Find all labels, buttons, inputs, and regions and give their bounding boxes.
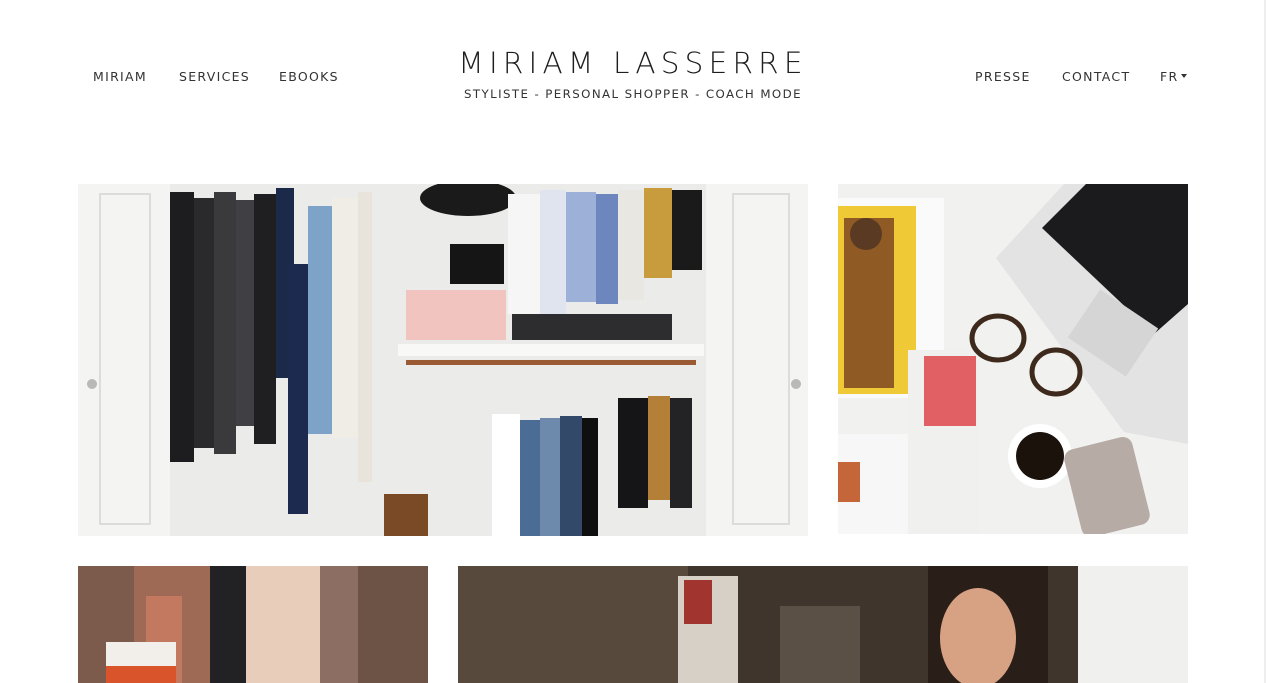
nav-item-presse[interactable]: PRESSE — [975, 69, 1031, 84]
nav-item-services[interactable]: SERVICES — [179, 69, 250, 84]
wardrobe-photo — [78, 184, 808, 536]
site-tagline: STYLISTE - PERSONAL SHOPPER - COACH MODE — [464, 87, 802, 101]
shopping-photo — [78, 566, 428, 683]
portrait-photo — [458, 566, 1188, 683]
gallery-image-shopping[interactable] — [78, 566, 428, 683]
nav-item-ebooks[interactable]: EBOOKS — [279, 69, 339, 84]
language-selector[interactable]: FR — [1160, 69, 1188, 84]
gallery-image-wardrobe[interactable] — [78, 184, 808, 536]
caret-down-icon — [1181, 73, 1188, 78]
gallery-image-portrait[interactable] — [458, 566, 1188, 683]
flatlay-photo — [838, 184, 1188, 534]
language-label: FR — [1160, 69, 1179, 84]
brand-logo[interactable]: MIRIAM LASSERRE STYLISTE - PERSONAL SHOP… — [440, 46, 826, 101]
site-title: MIRIAM LASSERRE — [458, 46, 808, 80]
nav-item-miriam[interactable]: MIRIAM — [93, 69, 147, 84]
nav-item-contact[interactable]: CONTACT — [1062, 69, 1130, 84]
gallery-image-flatlay[interactable] — [838, 184, 1188, 534]
